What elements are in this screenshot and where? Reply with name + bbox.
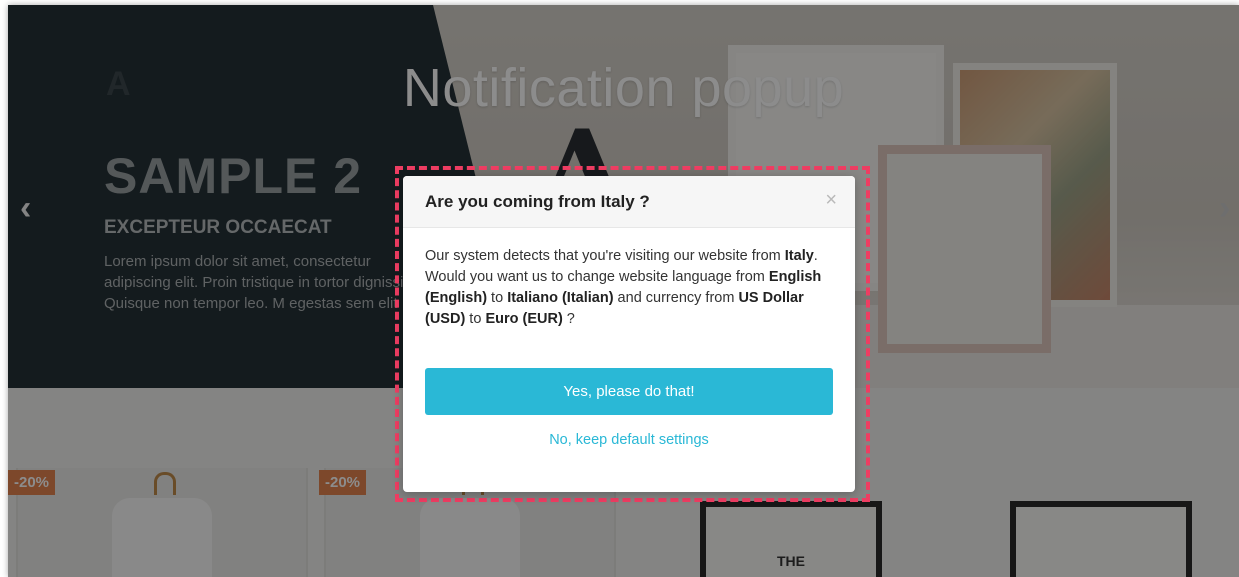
notification-popup: Are you coming from Italy ? × Our system… [403,176,855,492]
popup-title: Are you coming from Italy ? [425,192,650,211]
message-text: to [487,290,508,306]
popup-message: Our system detects that you're visiting … [425,246,835,330]
message-text: to [465,311,486,327]
message-text: and currency from [613,290,739,306]
popup-header: Are you coming from Italy ? × [403,176,855,228]
message-text: Our system detects that you're visiting … [425,248,785,264]
screenshot-frame: A A SAMPLE 2 EXCEPTEUR OCCAECAT Lorem ip… [8,5,1239,577]
decline-link[interactable]: No, keep default settings [403,432,855,448]
message-text: ? [562,311,575,327]
close-icon[interactable]: × [825,190,837,210]
detected-country: Italy [784,248,814,264]
suggested-language: Italiano (Italian) [507,290,614,306]
confirm-button[interactable]: Yes, please do that! [425,368,833,415]
suggested-currency: Euro (EUR) [485,311,563,327]
